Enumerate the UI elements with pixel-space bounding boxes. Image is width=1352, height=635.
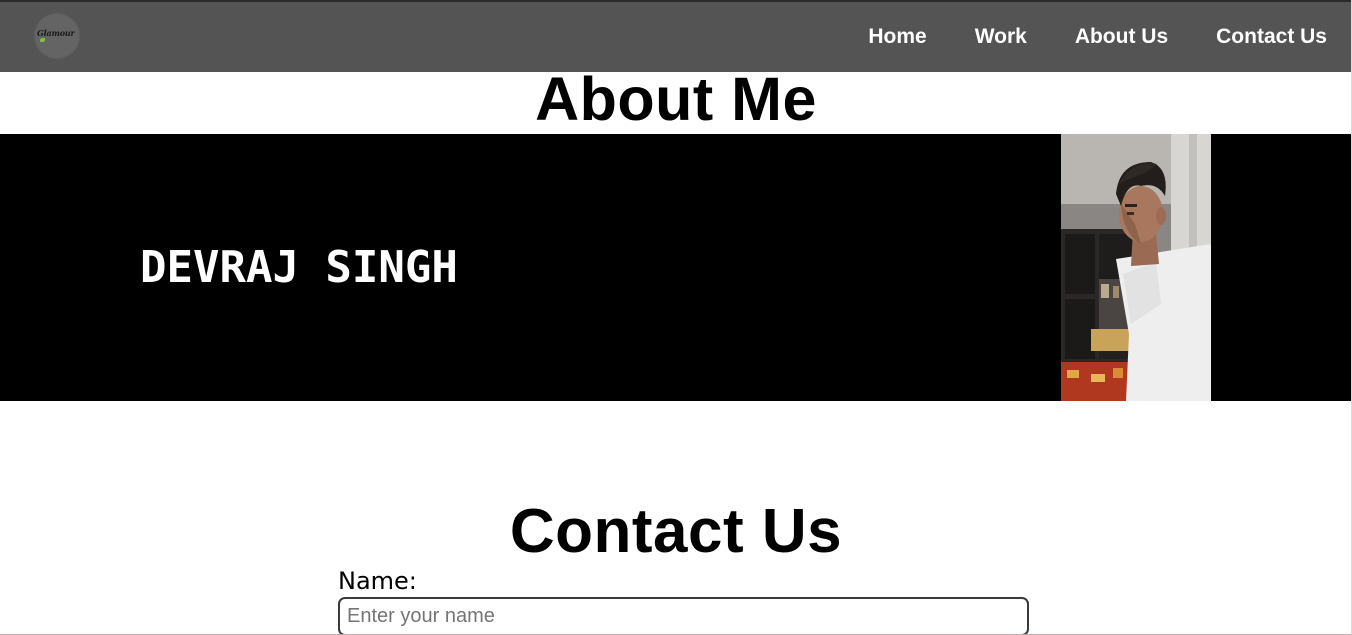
about-title: About Me [535, 65, 817, 133]
about-section: DEVRAJ SINGH [0, 134, 1351, 401]
nav-link-work[interactable]: Work [975, 25, 1027, 49]
nav-link-about-us[interactable]: About Us [1075, 25, 1168, 49]
contact-title: Contact Us [509, 497, 843, 566]
logo[interactable]: Glamour [34, 13, 80, 59]
nav-link-contact-us[interactable]: Contact Us [1216, 25, 1327, 49]
person-name: DEVRAJ SINGH [140, 242, 458, 293]
navbar: Glamour Home Work About Us Contact Us [0, 0, 1351, 72]
portrait-photo [1061, 134, 1211, 401]
page: Glamour Home Work About Us Contact Us Ab… [0, 0, 1352, 635]
logo-text: Glamour [37, 28, 75, 38]
name-label: Name: [338, 567, 417, 595]
nav-link-home[interactable]: Home [868, 25, 926, 49]
nav-links: Home Work About Us Contact Us [868, 2, 1351, 72]
leaf-icon [40, 38, 45, 42]
name-input[interactable] [338, 597, 1029, 634]
